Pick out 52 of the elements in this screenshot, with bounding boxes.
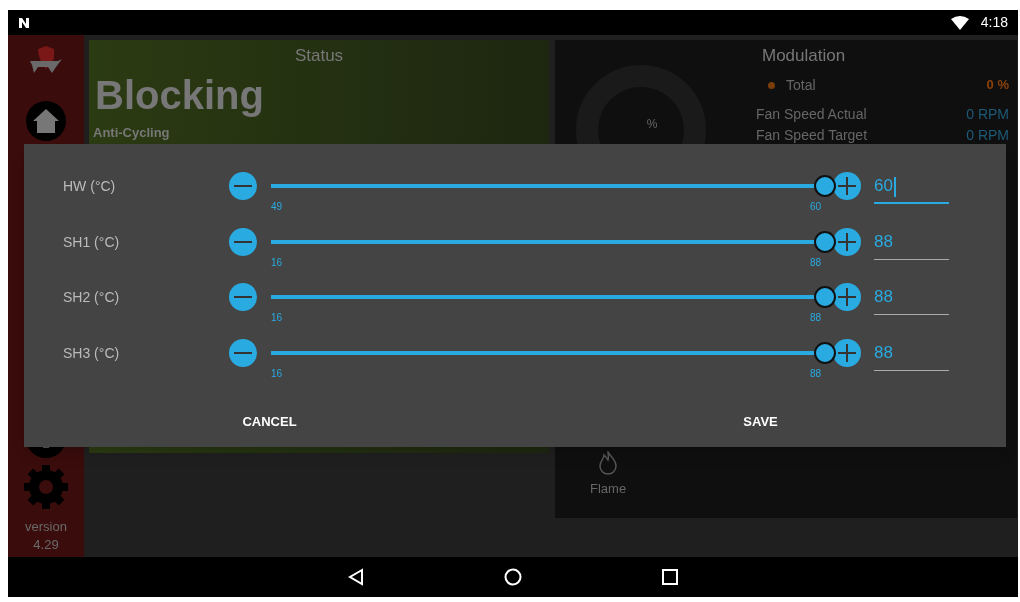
status-value: Blocking: [95, 72, 265, 117]
setting-label: HW (°C): [63, 177, 117, 196]
plus-button-icon[interactable]: [833, 338, 861, 367]
fan-speed-value: 0 RPM: [966, 104, 1009, 124]
slider-thumb[interactable]: [814, 286, 836, 308]
fan-speed-value: 0 RPM: [966, 125, 1009, 145]
flame-icon: [598, 450, 618, 475]
minus-button-icon[interactable]: [229, 338, 257, 367]
plus-button-icon[interactable]: [833, 283, 861, 311]
plus-button-icon[interactable]: [833, 172, 861, 200]
minus-button-icon[interactable]: [229, 227, 257, 256]
recents-icon[interactable]: [662, 569, 678, 585]
dialog-button[interactable]: SAVE: [515, 404, 1006, 440]
notification-icon: [18, 16, 30, 29]
setting-label: SH2 (°C): [63, 288, 121, 307]
slider-thumb[interactable]: [814, 175, 836, 197]
card-title: Status: [294, 45, 344, 67]
card-title: Modulation: [762, 45, 847, 67]
slider-thumb[interactable]: [814, 230, 836, 253]
version-number: 4.29: [33, 536, 59, 554]
fan-speed-label: Fan Speed Actual: [756, 104, 867, 124]
slider-thumb[interactable]: [814, 341, 836, 364]
setting-label: SH3 (°C): [63, 343, 121, 363]
slider-min-label: 16: [271, 366, 283, 381]
slider-min-label: 16: [271, 255, 283, 270]
slider-min-label: 16: [271, 311, 283, 325]
input-field[interactable]: 88: [874, 338, 949, 371]
flame-label: Flame: [590, 479, 628, 498]
slider-max-label: 88: [809, 311, 821, 325]
slider-min-label: 49: [271, 200, 283, 214]
minus-button-icon[interactable]: [229, 172, 257, 200]
slider-max-label: 60: [809, 200, 821, 214]
plus-button-icon[interactable]: [833, 227, 861, 256]
minus-button-icon[interactable]: [229, 283, 257, 311]
status-detail: Anti-Cycling: [93, 123, 171, 142]
home-icon[interactable]: [26, 101, 66, 141]
slider-max-label: 88: [809, 255, 821, 270]
version-label: version: [25, 518, 67, 536]
back-icon[interactable]: [348, 568, 364, 586]
home-button-icon[interactable]: [504, 568, 522, 586]
input-field[interactable]: 88: [874, 227, 949, 260]
wifi-icon: [950, 15, 969, 30]
fan-speed-label: Fan Speed Target: [756, 125, 868, 145]
total-label: Total: [786, 75, 816, 95]
clock-text: 4:18: [980, 13, 1008, 32]
total-value: 0 %: [986, 76, 1009, 95]
dialog-button[interactable]: CANCEL: [24, 404, 515, 440]
input-field[interactable]: 88: [874, 283, 949, 315]
input-field[interactable]: 60: [874, 172, 949, 204]
setting-label: SH1 (°C): [63, 232, 121, 252]
gauge-unit: %: [646, 116, 658, 133]
slider-max-label: 88: [809, 366, 821, 381]
